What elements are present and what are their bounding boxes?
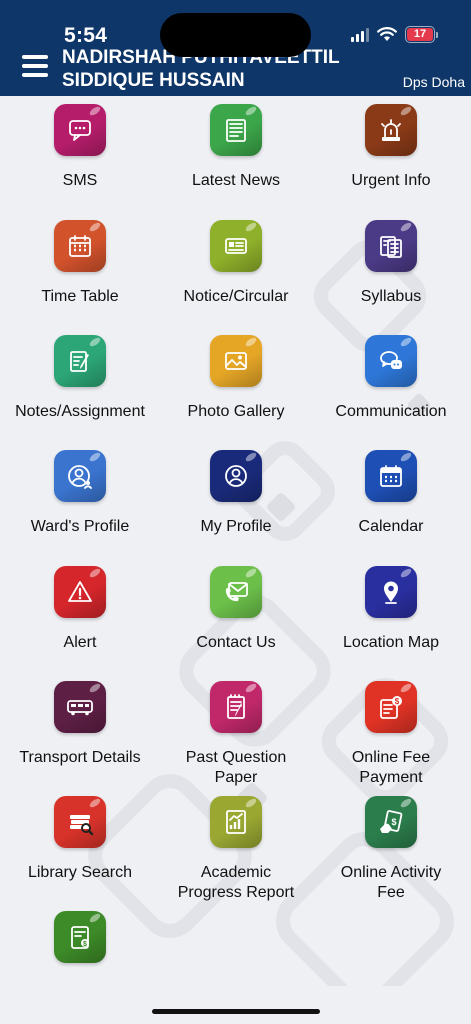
svg-text:$: $ — [395, 697, 400, 706]
school-name: Dps Doha — [402, 74, 465, 90]
user-profile-icon — [210, 450, 262, 502]
menu-tile[interactable]: Alert — [2, 566, 158, 653]
status-icons: 17 — [351, 26, 438, 43]
menu-tile-label: SMS — [62, 172, 98, 189]
wifi-icon — [377, 27, 397, 41]
menu-tile[interactable]: Communication — [313, 335, 469, 422]
menu-tile-label: Library Search — [27, 864, 133, 881]
menu-tile[interactable]: Photo Gallery — [158, 335, 314, 422]
menu-tile[interactable]: My Profile — [158, 450, 314, 537]
menu-tile-label: My Profile — [200, 518, 272, 535]
menu-tile-label: Location Map — [342, 634, 440, 651]
menu-button[interactable] — [22, 55, 50, 83]
menu-tile[interactable]: Urgent Info — [313, 104, 469, 191]
menu-tile-label: Online Fee Payment — [351, 749, 431, 786]
notepad-pencil-icon — [54, 335, 106, 387]
calendar-grid-icon — [54, 220, 106, 272]
activity-fee-icon: $ — [365, 796, 417, 848]
newspaper-icon — [210, 104, 262, 156]
menu-tile[interactable]: Calendar — [313, 450, 469, 537]
location-pin-icon — [365, 566, 417, 618]
progress-report-icon — [210, 796, 262, 848]
question-paper-icon — [210, 681, 262, 733]
dynamic-island — [160, 13, 311, 57]
menu-tile[interactable]: $ Online Fee Payment — [313, 681, 469, 788]
menu-tile-label: Academic Progress Report — [177, 864, 295, 901]
hamburger-icon — [22, 55, 48, 59]
status-time: 5:54 — [64, 24, 108, 47]
menu-tile-label: Notes/Assignment — [15, 403, 145, 420]
menu-tile[interactable]: $ — [2, 911, 158, 978]
sms-icon — [54, 104, 106, 156]
menu-tile[interactable]: $ Online Activity Fee — [313, 796, 469, 903]
menu-tile[interactable]: Library Search — [2, 796, 158, 883]
menu-tile-label: Calendar — [358, 518, 424, 535]
home-indicator[interactable] — [152, 1009, 320, 1014]
menu-tile-label: Online Activity Fee — [340, 864, 442, 901]
library-books-icon — [54, 796, 106, 848]
bus-icon — [54, 681, 106, 733]
menu-tile-label: Communication — [335, 403, 447, 420]
books-icon — [365, 220, 417, 272]
menu-tile-label: Time Table — [41, 288, 119, 305]
menu-tile-label: Ward's Profile — [30, 518, 130, 535]
menu-tile-label: Photo Gallery — [187, 403, 285, 420]
menu-tile-label: Syllabus — [360, 288, 422, 305]
calendar-icon — [365, 450, 417, 502]
mail-phone-icon — [210, 566, 262, 618]
id-card-icon — [210, 220, 262, 272]
chat-bubbles-icon — [365, 335, 417, 387]
menu-tile[interactable]: Notice/Circular — [158, 220, 314, 307]
menu-tile-label: Past Question Paper — [185, 749, 287, 786]
svg-text:$: $ — [83, 941, 87, 948]
menu-tile[interactable]: Transport Details — [2, 681, 158, 768]
cellular-signal-icon — [351, 27, 369, 42]
menu-tile[interactable]: SMS — [2, 104, 158, 191]
menu-tile-label: Alert — [63, 634, 97, 651]
menu-tile[interactable]: Contact Us — [158, 566, 314, 653]
battery-icon: 17 — [405, 26, 438, 43]
menu-tile-label: Urgent Info — [351, 172, 431, 189]
menu-tile[interactable]: Academic Progress Report — [158, 796, 314, 903]
menu-tile[interactable]: Time Table — [2, 220, 158, 307]
app-header: 5:54 17 NADIRSHAH PUTHIYAVEETTIL SIDDIQU… — [0, 0, 471, 96]
menu-tile[interactable]: Past Question Paper — [158, 681, 314, 788]
siren-icon — [365, 104, 417, 156]
menu-tile-label: Contact Us — [196, 634, 276, 651]
menu-tile[interactable]: Location Map — [313, 566, 469, 653]
photo-icon — [210, 335, 262, 387]
menu-tile[interactable]: Latest News — [158, 104, 314, 191]
warning-icon — [54, 566, 106, 618]
menu-tile-label: Latest News — [191, 172, 281, 189]
menu-tile-label: Transport Details — [19, 749, 141, 766]
menu-tile[interactable]: Notes/Assignment — [2, 335, 158, 422]
menu-tile-label: Notice/Circular — [183, 288, 289, 305]
battery-level: 17 — [407, 28, 433, 41]
ward-profile-icon — [54, 450, 106, 502]
fee-payment-icon: $ — [365, 681, 417, 733]
fee-book-icon: $ — [54, 911, 106, 963]
menu-tile[interactable]: Ward's Profile — [2, 450, 158, 537]
menu-tile[interactable]: Syllabus — [313, 220, 469, 307]
svg-text:$: $ — [391, 817, 396, 827]
